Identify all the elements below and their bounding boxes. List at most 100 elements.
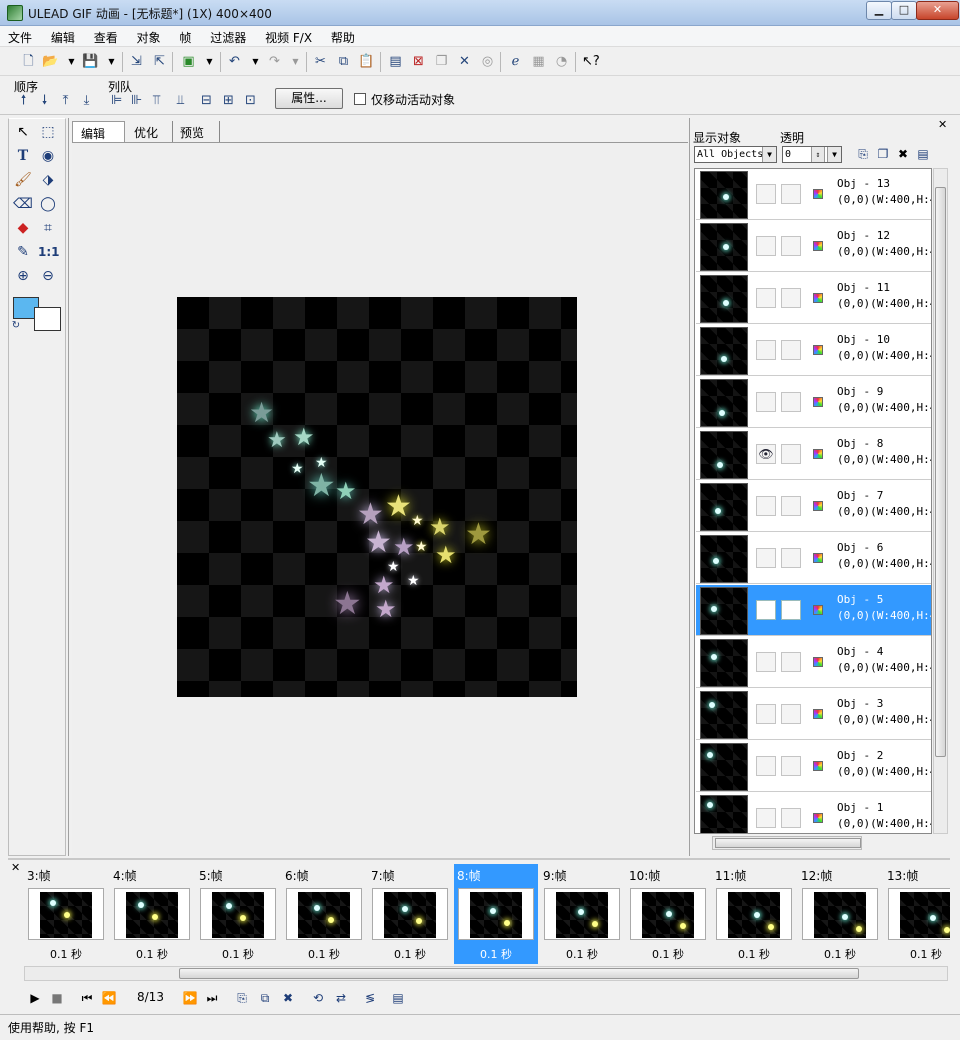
add-video-icon[interactable]: ⇱ [151, 53, 168, 70]
object-list-scrollbar[interactable] [933, 168, 948, 834]
move-up-icon[interactable]: 🠕 [15, 92, 32, 109]
insert-frame-icon[interactable]: ▤ [387, 53, 404, 70]
zoom-in-icon[interactable]: ⊕ [13, 266, 33, 286]
object-row[interactable]: Obj - 11 (0,0)(W:400,H:40 [696, 273, 931, 324]
visibility-toggle[interactable] [756, 704, 776, 724]
lock-toggle[interactable] [781, 236, 801, 256]
lock-toggle[interactable] [781, 184, 801, 204]
object-row[interactable]: Obj - 2 (0,0)(W:400,H:40 [696, 741, 931, 792]
center-horizontal-icon[interactable]: ⊞ [220, 92, 237, 109]
context-help-icon[interactable]: ↖? [582, 53, 600, 70]
delete-frame-icon[interactable]: ⊠ [410, 53, 427, 70]
frame-item[interactable]: 11:帧 0.1 秒 [712, 864, 796, 964]
menu-file[interactable]: 文件 [0, 26, 39, 46]
pointer-tool-icon[interactable]: ↖ [13, 122, 33, 142]
center-vertical-icon[interactable]: ⊟ [198, 92, 215, 109]
lock-toggle[interactable] [781, 288, 801, 308]
visibility-toggle[interactable] [756, 756, 776, 776]
panel-close-icon[interactable]: ✕ [938, 118, 947, 131]
spinner-icon[interactable]: ⇕ [811, 147, 825, 162]
frame-item[interactable]: 3:帧 0.1 秒 [24, 864, 108, 964]
lock-toggle[interactable] [781, 548, 801, 568]
object-row[interactable]: Obj - 5 (0,0)(W:400,H:40 [696, 585, 931, 636]
align-right-icon[interactable]: ⊪ [128, 92, 145, 109]
menu-video-fx[interactable]: 视频 F/X [257, 26, 319, 46]
lock-toggle[interactable] [781, 496, 801, 516]
menu-frame[interactable]: 帧 [171, 26, 198, 46]
zoom-out-icon[interactable]: ⊖ [38, 266, 58, 286]
export-icon[interactable]: ◔ [553, 53, 570, 70]
add-image-icon[interactable]: ⇲ [128, 53, 145, 70]
frame-item[interactable]: 8:帧 0.1 秒 [454, 864, 538, 964]
open-dropdown-icon[interactable]: ▼ [63, 53, 80, 70]
transparency-input[interactable]: 0 ⇕ ▼ [782, 146, 842, 163]
reverse-frames-icon[interactable]: ⇄ [333, 990, 349, 1006]
move-top-icon[interactable]: ⤒ [57, 92, 74, 109]
object-row[interactable]: Obj - 3 (0,0)(W:400,H:40 [696, 689, 931, 740]
frame-delay[interactable]: 0.1 秒 [712, 946, 796, 962]
show-objects-select[interactable]: All Objects ▼ [694, 146, 777, 163]
object-row[interactable]: Obj - 9 (0,0)(W:400,H:40 [696, 377, 931, 428]
frame-properties-icon[interactable]: ≶ [362, 990, 378, 1006]
lock-toggle[interactable] [781, 600, 801, 620]
frame-item[interactable]: 9:帧 0.1 秒 [540, 864, 624, 964]
add-frame-icon[interactable]: ⎘ [234, 990, 250, 1006]
frame-delay[interactable]: 0.1 秒 [196, 946, 280, 962]
eyedropper-tool-icon[interactable]: ✎ [13, 242, 33, 262]
align-top-icon[interactable]: ⫪ [148, 92, 165, 109]
duplicate-object-icon[interactable]: ❐ [874, 145, 892, 163]
redo-dropdown-icon[interactable]: ▼ [287, 53, 304, 70]
move-bottom-icon[interactable]: ⤓ [78, 92, 95, 109]
frame-scrollbar[interactable] [24, 966, 948, 981]
frame-item[interactable]: 4:帧 0.1 秒 [110, 864, 194, 964]
visibility-toggle[interactable] [756, 600, 776, 620]
object-row[interactable]: Obj - 6 (0,0)(W:400,H:40 [696, 533, 931, 584]
frame-delay[interactable]: 0.1 秒 [24, 946, 108, 962]
menu-edit[interactable]: 编辑 [43, 26, 82, 46]
delete-frame-icon[interactable]: ✖ [280, 990, 296, 1006]
move-active-only-checkbox[interactable] [354, 93, 366, 105]
chevron-down-icon[interactable]: ▼ [827, 147, 841, 162]
frame-delay[interactable]: 0.1 秒 [798, 946, 882, 962]
brush-tool-icon[interactable]: 🖌 [13, 170, 33, 190]
image-canvas[interactable]: ★ ★ ★ ★ ★ ★ ★ ★ ★ ★ ★ ★ ★ ★ ★ ★ ★ ★ ★ ★ … [177, 297, 577, 697]
frame-delay[interactable]: 0.1 秒 [368, 946, 452, 962]
frame-item[interactable]: 13:帧 0.1 秒 [884, 864, 950, 964]
object-row[interactable]: 👁 Obj - 8 (0,0)(W:400,H:40 [696, 429, 931, 480]
close-button[interactable]: ✕ [916, 1, 959, 20]
visibility-toggle[interactable] [756, 808, 776, 828]
object-row[interactable]: Obj - 7 (0,0)(W:400,H:40 [696, 481, 931, 532]
lock-toggle[interactable] [781, 808, 801, 828]
menu-view[interactable]: 查看 [86, 26, 125, 46]
crop-tool-icon[interactable]: ⌗ [38, 218, 58, 238]
tween-icon[interactable]: ⟲ [310, 990, 326, 1006]
edit-dropdown-icon[interactable]: ▼ [201, 53, 218, 70]
menu-object[interactable]: 对象 [129, 26, 168, 46]
swap-colors-icon[interactable]: ↻ [9, 316, 23, 336]
optimize-icon[interactable]: ▦ [530, 53, 547, 70]
duplicate-icon[interactable]: ❐ [433, 53, 450, 70]
visibility-toggle[interactable] [756, 496, 776, 516]
align-left-icon[interactable]: ⊫ [108, 92, 125, 109]
properties-button[interactable]: 属性... [275, 88, 343, 109]
frame-delay[interactable]: 0.1 秒 [282, 946, 366, 962]
new-file-icon[interactable]: 🗋 [20, 53, 37, 70]
lasso-select-tool-icon[interactable]: ⬗ [38, 170, 58, 190]
first-frame-icon[interactable]: ⏮ [79, 990, 95, 1006]
move-down-icon[interactable]: 🠗 [36, 92, 53, 109]
lasso-tool-icon[interactable]: ◯ [38, 194, 58, 214]
object-row[interactable]: Obj - 12 (0,0)(W:400,H:40 [696, 221, 931, 272]
lock-toggle[interactable] [781, 392, 801, 412]
menu-help[interactable]: 帮助 [323, 26, 362, 46]
paste-icon[interactable]: 📋 [358, 53, 375, 70]
app-icon[interactable] [7, 5, 23, 21]
delete-object-icon[interactable]: ✕ [456, 53, 473, 70]
minimize-button[interactable]: ▁ [866, 1, 892, 20]
merge-icon[interactable]: ◎ [479, 53, 496, 70]
object-row[interactable]: Obj - 4 (0,0)(W:400,H:40 [696, 637, 931, 688]
lock-toggle[interactable] [781, 704, 801, 724]
frame-delay[interactable]: 0.1 秒 [626, 946, 710, 962]
open-folder-icon[interactable]: 📂 [42, 53, 59, 70]
save-icon[interactable]: 💾 [82, 53, 99, 70]
edit-with-icon[interactable]: ▣ [180, 53, 197, 70]
